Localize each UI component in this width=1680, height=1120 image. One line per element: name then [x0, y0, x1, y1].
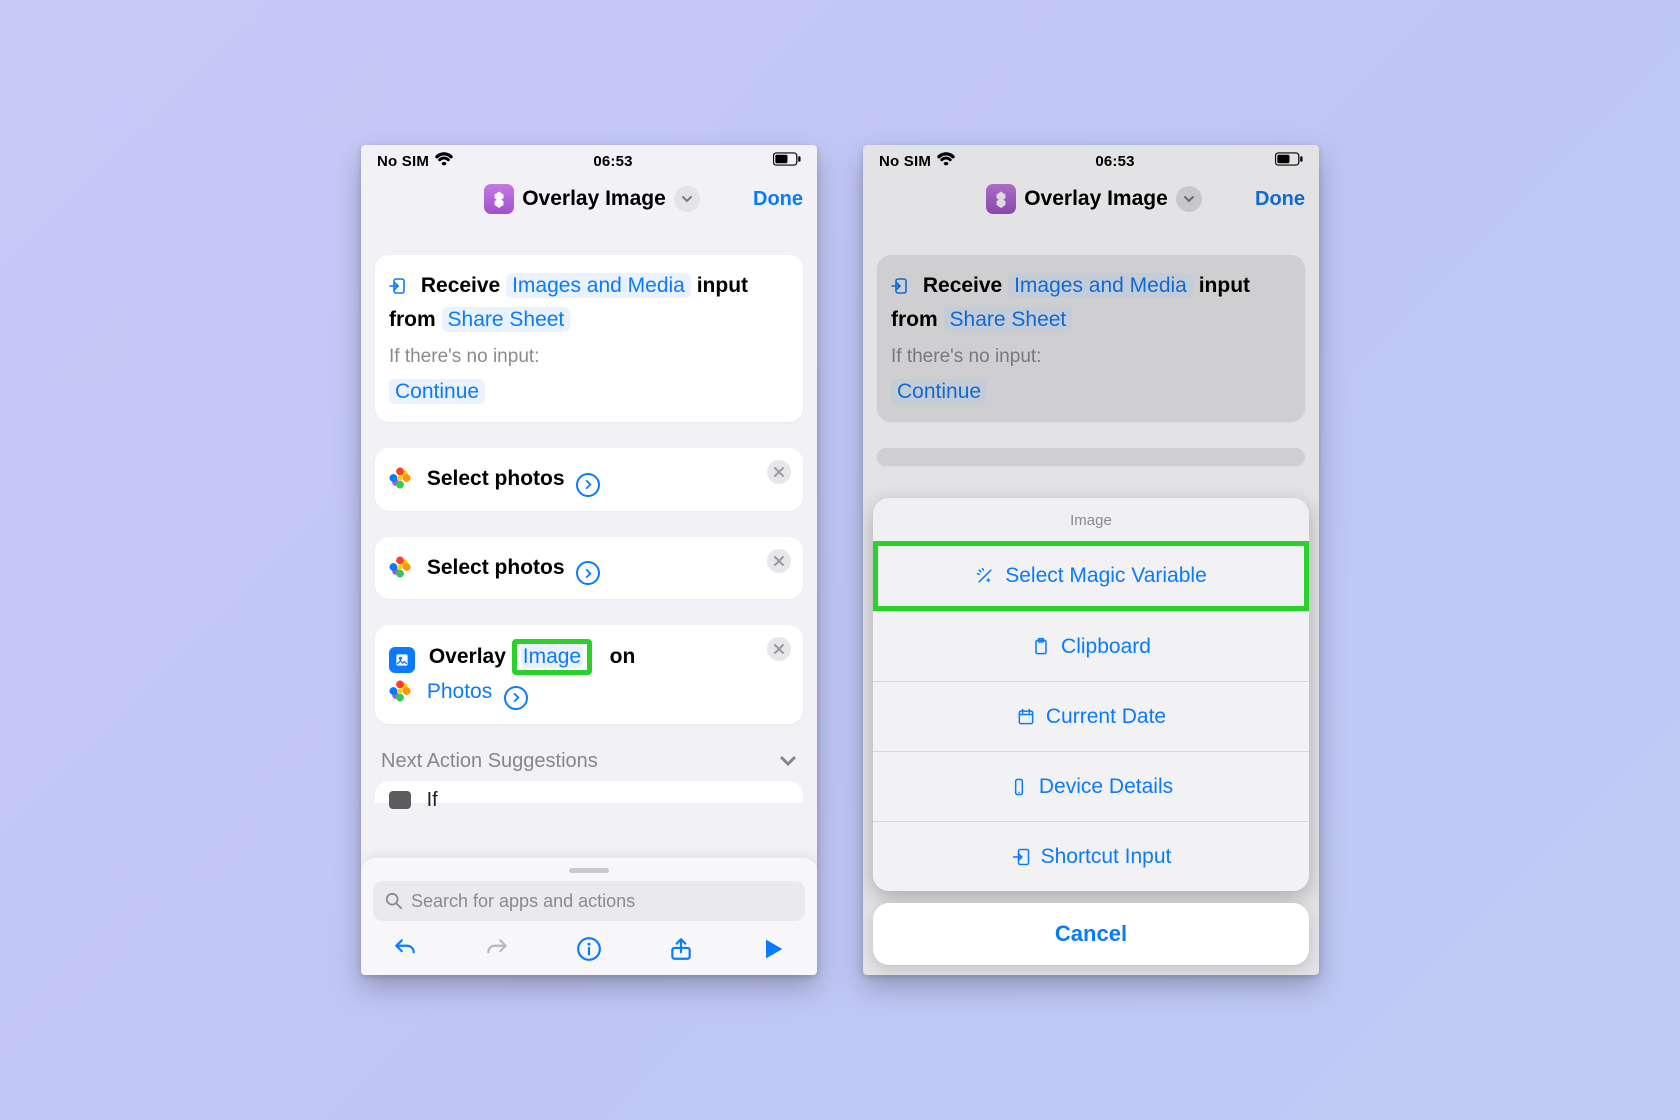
select-photos-label: Select photos [427, 556, 565, 579]
search-icon [385, 892, 403, 910]
sheet-option-current-date[interactable]: Current Date [873, 681, 1309, 751]
photos-app-icon [389, 556, 411, 578]
done-button[interactable]: Done [1255, 188, 1305, 211]
dimmed-card-peek [877, 448, 1305, 466]
receive-source-token: Share Sheet [944, 307, 1073, 332]
input-icon [891, 271, 907, 287]
overlay-on-word: on [610, 645, 636, 668]
delete-action-button[interactable] [767, 637, 791, 661]
title-menu-button[interactable] [1176, 186, 1202, 212]
title-menu-button[interactable] [674, 186, 700, 212]
phone-left-editor: No SIM 06:53 Overlay Image [361, 145, 817, 975]
receive-source-token[interactable]: Share Sheet [442, 307, 571, 332]
shortcut-title[interactable]: Overlay Image [1024, 187, 1168, 211]
status-time: 06:53 [1095, 153, 1134, 170]
calendar-icon [1016, 707, 1036, 727]
sheet-option-device-details[interactable]: Device Details [873, 751, 1309, 821]
next-action-suggestions-header[interactable]: Next Action Suggestions [375, 750, 803, 781]
select-photos-label: Select photos [427, 467, 565, 490]
search-placeholder: Search for apps and actions [411, 891, 635, 912]
wifi-icon [435, 152, 453, 170]
no-input-label: If there's no input: [389, 342, 789, 372]
battery-icon [773, 152, 801, 170]
suggestions-label: Next Action Suggestions [381, 750, 598, 773]
scripting-icon [389, 791, 411, 809]
overlay-word: Overlay [429, 645, 506, 668]
device-icon [1009, 777, 1029, 797]
status-bar: No SIM 06:53 [361, 145, 817, 177]
run-button[interactable] [759, 935, 787, 963]
photos-app-icon [389, 467, 411, 489]
expand-action-button[interactable] [504, 686, 528, 710]
editor-toolbar [373, 921, 805, 967]
highlight-image-token: Image [512, 639, 592, 675]
sheet-option-clipboard[interactable]: Clipboard [873, 611, 1309, 681]
overlay-photos-token[interactable]: Photos [427, 680, 492, 703]
battery-icon [1275, 152, 1303, 170]
sheet-grabber[interactable] [569, 868, 609, 873]
receive-types-token: Images and Media [1008, 273, 1193, 298]
shortcut-input-icon [1011, 847, 1031, 867]
sheet-option-shortcut-input[interactable]: Shortcut Input [873, 821, 1309, 891]
receive-input-card: Receive Images and Media input from Shar… [877, 255, 1305, 422]
receive-label: Receive [923, 274, 1002, 297]
delete-action-button[interactable] [767, 460, 791, 484]
overlay-image-action[interactable]: Overlay Image on Photos [375, 625, 803, 724]
status-time: 06:53 [593, 153, 632, 170]
shortcut-app-icon [484, 184, 514, 214]
input-icon [389, 271, 405, 287]
suggestion-peek-card[interactable]: If [375, 781, 803, 803]
overlay-action-icon [389, 647, 415, 673]
clipboard-icon [1031, 637, 1051, 657]
editor-nav: Overlay Image Done [361, 177, 817, 227]
select-photos-action-2[interactable]: Select photos [375, 537, 803, 600]
suggestion-if-label: If [427, 789, 438, 811]
redo-button[interactable] [483, 935, 511, 963]
photos-app-icon [389, 680, 411, 702]
share-button[interactable] [667, 935, 695, 963]
receive-label: Receive [421, 274, 500, 297]
select-photos-action-1[interactable]: Select photos [375, 448, 803, 511]
action-search-sheet[interactable]: Search for apps and actions [361, 857, 817, 975]
shortcut-app-icon [986, 184, 1016, 214]
delete-action-button[interactable] [767, 549, 791, 573]
wifi-icon [937, 152, 955, 170]
status-carrier: No SIM [377, 153, 429, 170]
expand-action-button[interactable] [576, 561, 600, 585]
sheet-title: Image [873, 498, 1309, 541]
no-input-fallback-token: Continue [891, 379, 987, 404]
status-carrier: No SIM [879, 153, 931, 170]
variable-picker-actionsheet: Image Select Magic Variable Clipboard Cu… [873, 498, 1309, 965]
shortcut-title[interactable]: Overlay Image [522, 187, 666, 211]
expand-action-button[interactable] [576, 473, 600, 497]
sheet-cancel-button[interactable]: Cancel [873, 903, 1309, 965]
info-button[interactable] [575, 935, 603, 963]
magic-wand-icon [975, 566, 995, 586]
status-bar: No SIM 06:53 [863, 145, 1319, 177]
chevron-down-icon [779, 752, 797, 770]
phone-right-variable-picker: No SIM 06:53 Overlay Image [863, 145, 1319, 975]
no-input-label: If there's no input: [891, 342, 1291, 372]
editor-nav: Overlay Image Done [863, 177, 1319, 227]
undo-button[interactable] [391, 935, 419, 963]
overlay-image-token[interactable]: Image [521, 645, 583, 668]
receive-input-card[interactable]: Receive Images and Media input from Shar… [375, 255, 803, 422]
done-button[interactable]: Done [753, 188, 803, 211]
search-input[interactable]: Search for apps and actions [373, 881, 805, 921]
no-input-fallback-token[interactable]: Continue [389, 379, 485, 404]
receive-types-token[interactable]: Images and Media [506, 273, 691, 298]
sheet-option-magic-variable[interactable]: Select Magic Variable [873, 541, 1309, 611]
